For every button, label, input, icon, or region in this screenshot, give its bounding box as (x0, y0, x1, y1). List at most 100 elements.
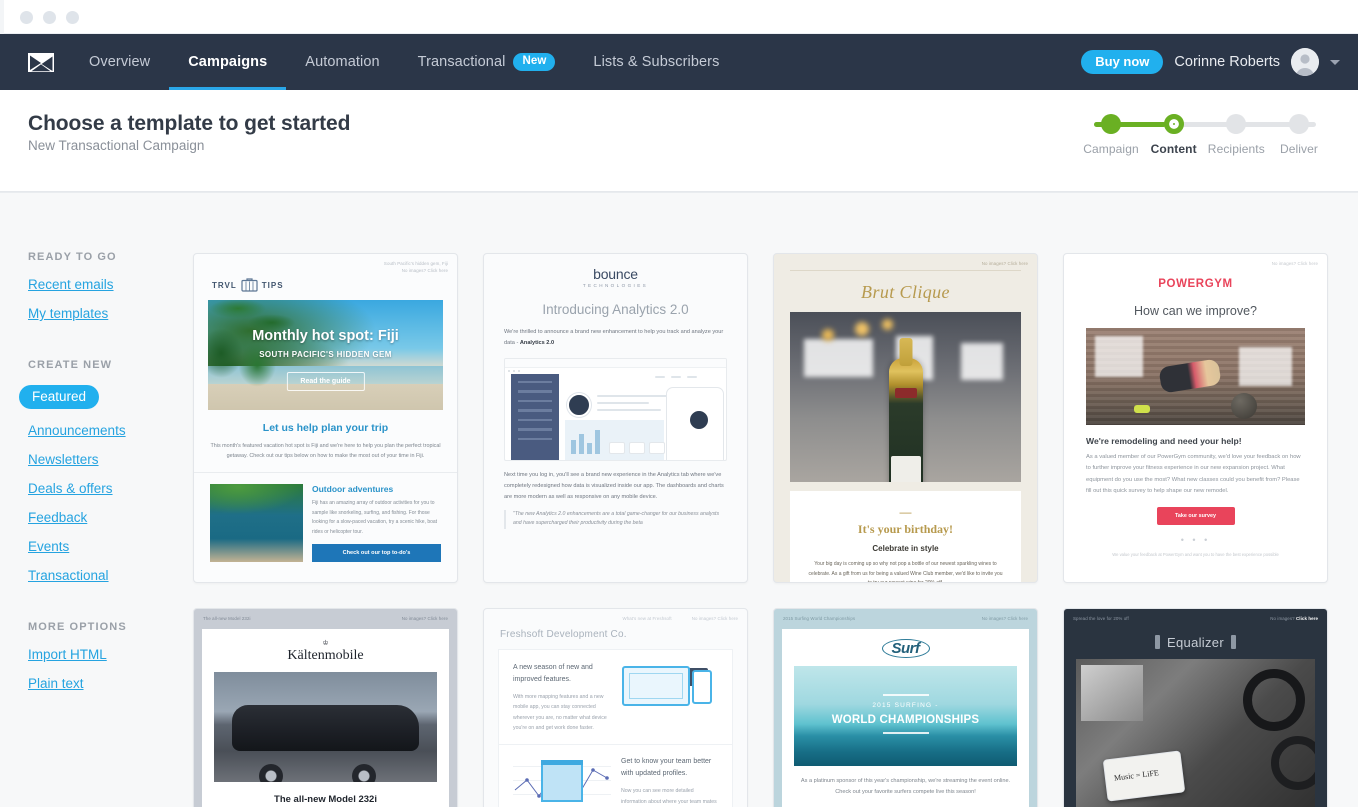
devices-illustration: View the roadmap (620, 662, 718, 712)
intro-emphasis: Analytics 2.0 (519, 339, 555, 346)
brand-logo: ♔ Kältenmobile (202, 629, 449, 664)
envelope-icon (28, 52, 54, 72)
preheader-right-a: No images? (1270, 616, 1296, 621)
page-subtitle: New Transactional Campaign (28, 138, 205, 153)
step-node (1163, 114, 1184, 134)
logo-name: Equalizer (1167, 635, 1224, 651)
brand-logo: Brut Clique (861, 282, 950, 303)
equalizer-bar-icon (1230, 635, 1236, 650)
template-card-kaltenmobile[interactable]: The all-new Model 232i No images? Click … (193, 608, 458, 807)
nav-label: Transactional (417, 54, 506, 70)
sidebar-item-featured[interactable]: Featured (19, 385, 100, 409)
nav-item-lists-subscribers[interactable]: Lists & Subscribers (574, 34, 738, 90)
window-controls[interactable] (20, 11, 79, 24)
brand-logo[interactable] (22, 34, 70, 90)
nav-item-automation[interactable]: Automation (286, 34, 398, 90)
logo-right-text: TIPS (261, 281, 284, 291)
user-name: Corinne Roberts (1174, 54, 1280, 70)
window-close-dot[interactable] (20, 11, 33, 24)
step-recipients[interactable]: Recipients (1205, 114, 1267, 156)
brand-logo: TRVL TIPS (194, 274, 457, 294)
nav-label: Lists & Subscribers (593, 54, 720, 70)
divider-mark: — (899, 505, 912, 520)
brand-logo: Surf (782, 629, 1029, 659)
logo-name: bounce (593, 266, 638, 282)
sidebar-item-announcements[interactable]: Announcements (28, 423, 126, 438)
nav-right-group: Buy now Corinne Roberts (1081, 34, 1358, 90)
sidebar-item-my-templates[interactable]: My templates (28, 306, 108, 321)
preheader-right: No images? Click here (981, 616, 1028, 621)
preheader: 2015 Surfing World Championships No imag… (774, 609, 1037, 622)
nav-item-campaigns[interactable]: Campaigns (169, 34, 287, 90)
subheading: We're remodeling and need your help! (1086, 436, 1242, 447)
sidebar: READY TO GO Recent emails My templates C… (0, 193, 180, 705)
hero-image: Monthly hot spot: Fiji SOUTH PACIFIC'S H… (208, 300, 443, 411)
preheader-right: No images? Click here (691, 616, 738, 621)
avatar[interactable] (1291, 48, 1319, 76)
sidebar-item-recent-emails[interactable]: Recent emails (28, 277, 114, 292)
template-grid: South Pacific's hidden gem, Fiji No imag… (193, 253, 1333, 807)
nav-item-transactional[interactable]: Transactional New (399, 34, 575, 90)
template-card-equalizer[interactable]: Spread the love for 20% off No images? C… (1063, 608, 1328, 807)
preheader-right: No images? Click here (401, 616, 448, 621)
window-edge (0, 0, 4, 34)
chevron-down-icon[interactable] (1330, 59, 1340, 65)
preheader: Spread the love for 20% off No images? C… (1064, 609, 1327, 622)
nav-items: Overview Campaigns Automation Transactio… (0, 34, 738, 90)
crown-icon: ♔ (322, 640, 329, 648)
preheader-right: No images? Click here (401, 268, 448, 274)
heading: Introducing Analytics 2.0 (542, 302, 689, 317)
sidebar-group-title-ready-to-go: READY TO GO (28, 251, 117, 263)
cta-button: Take our survey (1156, 507, 1235, 526)
buy-now-button[interactable]: Buy now (1081, 49, 1164, 75)
preheader: No images? Click here (1064, 254, 1327, 267)
template-card-bounce-technologies[interactable]: bounce TECHNOLOGIES Introducing Analytic… (483, 253, 748, 583)
footer-text: We value your feedback at PowerGym and w… (1112, 552, 1279, 558)
preheader: The all-new Model 232i No images? Click … (194, 609, 457, 622)
sidebar-item-deals-offers[interactable]: Deals & offers (28, 481, 113, 496)
nav-item-overview[interactable]: Overview (70, 34, 169, 90)
preheader-right: No images? Click here (1271, 261, 1318, 266)
cta-button: Check out our top to-do's (312, 544, 441, 563)
template-card-freshsoft[interactable]: What's new at Freshsoft No images? Click… (483, 608, 748, 807)
hero-title: WORLD CHAMPIONSHIPS (831, 714, 980, 727)
template-card-brut-clique[interactable]: No images? Click here Brut Clique — It's… (773, 253, 1038, 583)
preheader-left: 2015 Surfing World Championships (783, 616, 856, 621)
step-campaign[interactable]: Campaign (1080, 114, 1142, 156)
sidebar-item-feedback[interactable]: Feedback (28, 510, 87, 525)
thumbnail-image (210, 484, 303, 563)
step-deliver[interactable]: Deliver (1268, 114, 1330, 156)
logo-name: Kältenmobile (287, 648, 364, 664)
sidebar-group-title-create-new: CREATE NEW (28, 359, 113, 371)
body-text: Your big day is coming up so why not pop… (808, 561, 1003, 582)
step-content[interactable]: Content (1143, 114, 1205, 156)
sidebar-item-transactional[interactable]: Transactional (28, 568, 109, 583)
preheader: South Pacific's hidden gem, Fiji No imag… (194, 254, 457, 274)
body-text: Next time you log in, you'll see a brand… (504, 471, 724, 500)
template-card-trvl-tips[interactable]: South Pacific's hidden gem, Fiji No imag… (193, 253, 458, 583)
template-card-surf[interactable]: 2015 Surfing World Championships No imag… (773, 608, 1038, 807)
step-node (1288, 114, 1309, 134)
template-card-powergym[interactable]: No images? Click here POWERGYM How can w… (1063, 253, 1328, 583)
sidebar-item-events[interactable]: Events (28, 539, 69, 554)
step-node (1226, 114, 1247, 134)
window-maximize-dot[interactable] (66, 11, 79, 24)
window-chrome (0, 0, 1358, 34)
sidebar-item-import-html[interactable]: Import HTML (28, 647, 107, 662)
headphones-photo: Music = LiFE (1076, 659, 1315, 807)
sidebar-item-plain-text[interactable]: Plain text (28, 676, 84, 691)
hero-title: Monthly hot spot: Fiji (252, 328, 399, 345)
preheader-left: What's new at Freshsoft (622, 616, 672, 621)
preheader-left: Spread the love for 20% off (1073, 616, 1129, 621)
logo-left-text: TRVL (212, 281, 237, 291)
body-1: With more mapping features and a new mob… (513, 693, 607, 732)
subsection-title: Outdoor adventures (312, 484, 394, 495)
window-minimize-dot[interactable] (43, 11, 56, 24)
page-header: Choose a template to get started New Tra… (0, 90, 1358, 192)
hero-button: Read the guide (286, 372, 365, 392)
ocean-photo: 2015 SURFING - WORLD CHAMPIONSHIPS (794, 666, 1017, 767)
preheader: What's new at Freshsoft No images? Click… (484, 609, 747, 622)
hero-subtitle: SOUTH PACIFIC'S HIDDEN GEM (259, 350, 392, 360)
brand-logo: POWERGYM (1158, 278, 1233, 291)
sidebar-item-newsletters[interactable]: Newsletters (28, 452, 99, 467)
